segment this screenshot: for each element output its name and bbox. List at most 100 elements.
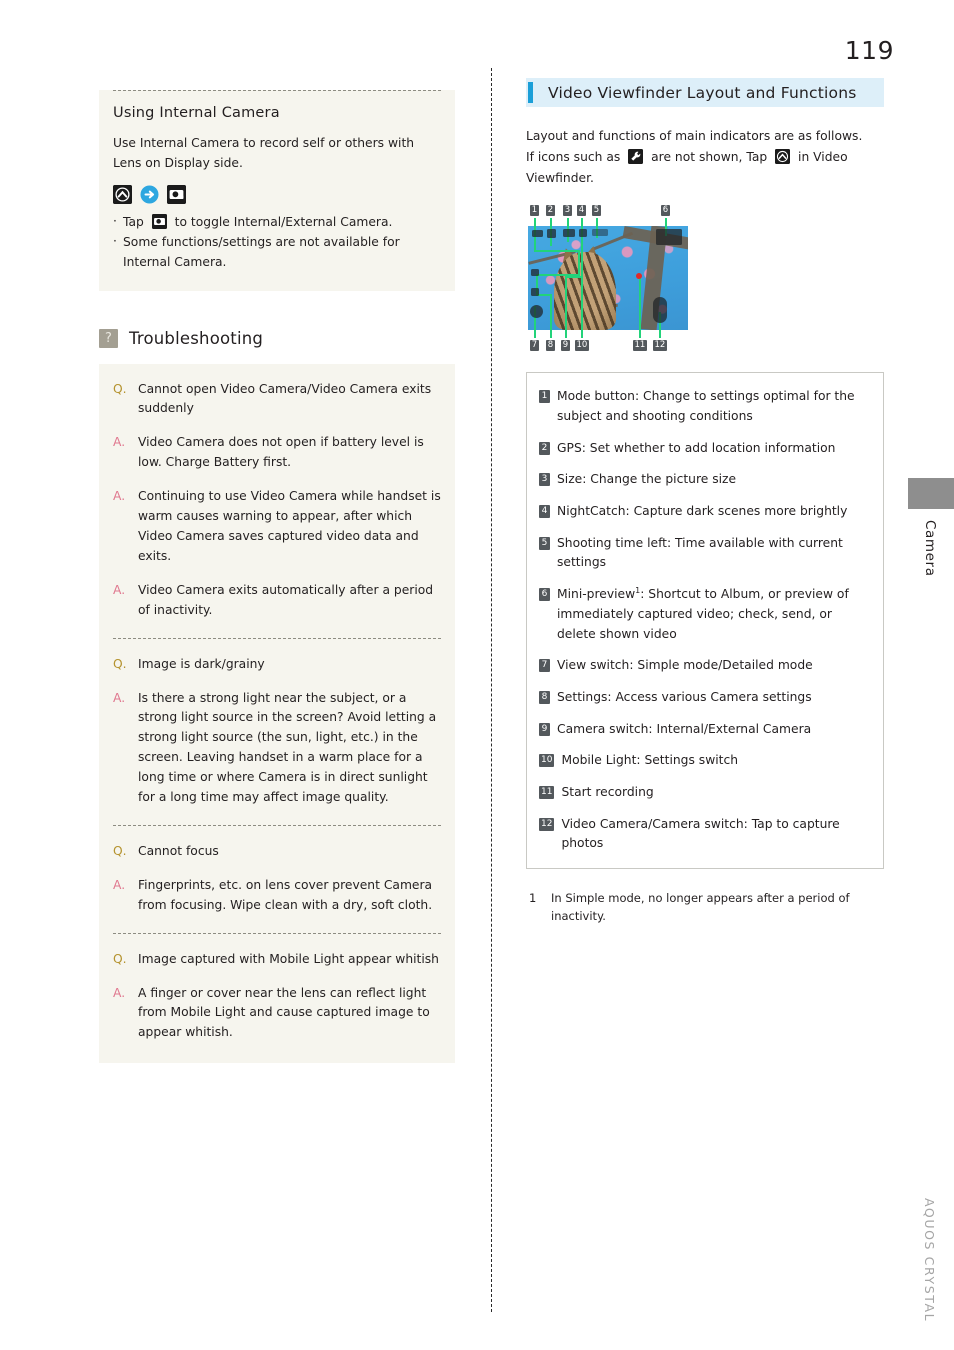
column-divider xyxy=(491,68,492,1312)
qa-row: Q. Image captured with Mobile Light appe… xyxy=(113,950,441,970)
internal-camera-icon-sequence xyxy=(113,184,441,204)
callout-tick xyxy=(639,330,641,339)
footnote: 1 In Simple mode, no longer appears afte… xyxy=(526,889,884,926)
list-item: Tap to toggle Internal/External Camera. xyxy=(113,212,441,233)
legend-number: 5 xyxy=(539,536,550,550)
internal-camera-title: Using Internal Camera xyxy=(113,105,280,121)
qa-label-a: A. xyxy=(113,582,126,597)
leader-line xyxy=(565,276,581,279)
mode-button-indicator[interactable] xyxy=(532,230,543,238)
internal-camera-section: Using Internal Camera Use Internal Camer… xyxy=(99,90,455,291)
viewfinder-preview-image xyxy=(528,226,688,331)
gps-indicator[interactable] xyxy=(547,229,556,239)
bullet-text-pre: Tap xyxy=(123,214,144,229)
callout-tick xyxy=(581,330,583,339)
legend-row: 8 Settings: Access various Camera settin… xyxy=(539,688,871,708)
left-column: Using Internal Camera Use Internal Camer… xyxy=(99,78,455,1064)
leader-line xyxy=(578,250,580,277)
callout-11: 11 xyxy=(633,340,647,352)
legend-row: 4 NightCatch: Capture dark scenes more b… xyxy=(539,502,871,522)
callout-tick xyxy=(550,218,552,227)
qa-separator xyxy=(113,637,441,639)
legend-number: 1 xyxy=(539,390,550,404)
intro-text-mid: are not shown, Tap xyxy=(651,150,768,165)
legend-description: Size: Change the picture size xyxy=(557,472,737,487)
leader-line xyxy=(639,278,641,331)
video-camera-switch-control[interactable] xyxy=(653,297,667,324)
viewfinder-figure: 1 2 3 4 5 6 7 8 9 10 11 12 xyxy=(528,205,688,352)
legend-number: 12 xyxy=(539,817,555,831)
mini-preview-thumbnail[interactable] xyxy=(656,229,682,246)
qa-text: Cannot open Video Camera/Video Camera ex… xyxy=(138,381,432,416)
settings-wrench-icon xyxy=(628,149,644,165)
qa-row: A. Is there a strong light near the subj… xyxy=(113,689,441,808)
figure-top-callouts: 1 2 3 4 5 6 xyxy=(528,205,688,227)
qa-label-a: A. xyxy=(113,690,126,705)
accent-bar xyxy=(528,82,533,103)
qa-row: A. A finger or cover near the lens can r… xyxy=(113,984,441,1044)
legend-number: 4 xyxy=(539,505,550,519)
callout-3: 3 xyxy=(563,205,572,217)
cat-subject xyxy=(554,252,616,331)
qa-text: Cannot focus xyxy=(138,843,219,858)
qa-label-a: A. xyxy=(113,985,126,1000)
footnote-text: In Simple mode, no longer appears after … xyxy=(551,890,850,924)
callout-tick xyxy=(665,218,667,227)
camera-switch-indicator[interactable] xyxy=(531,288,539,297)
legend-row: 7 View switch: Simple mode/Detailed mode xyxy=(539,656,871,676)
leader-line xyxy=(565,276,567,331)
section-dashed-rule xyxy=(113,90,441,91)
qa-label-q: Q. xyxy=(113,843,127,858)
legend-row: 3 Size: Change the picture size xyxy=(539,470,871,490)
intro-line-2: If icons such as are not shown, Tap in V… xyxy=(526,147,884,189)
legend-number: 10 xyxy=(539,754,555,768)
list-item: Some functions/settings are not availabl… xyxy=(113,232,441,273)
callout-tick xyxy=(534,330,536,339)
camera-switch-icon-inline xyxy=(151,213,167,229)
question-mark-icon: ? xyxy=(99,328,118,348)
callout-7: 7 xyxy=(530,340,539,352)
legend-row: 1 Mode button: Change to settings optima… xyxy=(539,387,871,426)
callout-9: 9 xyxy=(561,340,570,352)
internal-camera-bullets: Tap to toggle Internal/External Camera. … xyxy=(113,212,441,273)
qa-label-a: A. xyxy=(113,877,126,892)
size-indicator[interactable] xyxy=(563,229,575,238)
chapter-tab-marker xyxy=(908,478,954,509)
qa-text: Is there a strong light near the subject… xyxy=(138,690,437,805)
footnote-number: 1 xyxy=(529,890,537,905)
troubleshooting-title: Troubleshooting xyxy=(129,328,264,348)
legend-description: Mini-preview1: Shortcut to Album, or pre… xyxy=(557,585,871,644)
bullet-text-post: to toggle Internal/External Camera. xyxy=(174,214,393,229)
qa-text: Fingerprints, etc. on lens cover prevent… xyxy=(138,877,433,912)
nightcatch-indicator[interactable] xyxy=(579,229,587,238)
callout-tick xyxy=(565,330,567,339)
callout-tick xyxy=(659,330,661,339)
legend-description: View switch: Simple mode/Detailed mode xyxy=(557,658,813,673)
callout-tick xyxy=(534,218,536,227)
section-title: Video Viewfinder Layout and Functions xyxy=(548,83,857,102)
callout-6: 6 xyxy=(661,205,670,217)
callout-1: 1 xyxy=(530,205,539,217)
qa-text: Continuing to use Video Camera while han… xyxy=(138,489,441,563)
qa-separator xyxy=(113,824,441,826)
settings-indicator[interactable] xyxy=(531,269,539,277)
legend-term: Mini-preview xyxy=(557,587,636,602)
qa-row: A. Video Camera does not open if battery… xyxy=(113,433,441,473)
qa-label-q: Q. xyxy=(113,951,127,966)
intro-text-pre: If icons such as xyxy=(526,150,621,165)
legend-row: 5 Shooting time left: Time available wit… xyxy=(539,534,871,573)
qa-separator xyxy=(113,932,441,934)
leader-line xyxy=(550,294,552,331)
qa-text: Image captured with Mobile Light appear … xyxy=(138,951,439,966)
qa-text: A finger or cover near the lens can refl… xyxy=(138,985,430,1040)
callout-8: 8 xyxy=(546,340,555,352)
qa-text: Image is dark/grainy xyxy=(138,656,265,671)
troubleshooting-header: ? Troubleshooting xyxy=(99,328,455,348)
qa-row: A. Continuing to use Video Camera while … xyxy=(113,487,441,567)
qa-text: Video Camera exits automatically after a… xyxy=(138,582,434,617)
qa-text: Video Camera does not open if battery le… xyxy=(138,435,424,470)
leader-line xyxy=(534,250,580,253)
qa-label-a: A. xyxy=(113,435,126,450)
section-intro: Layout and functions of main indicators … xyxy=(526,126,884,189)
legend-description: Mode button: Change to settings optimal … xyxy=(557,389,855,424)
